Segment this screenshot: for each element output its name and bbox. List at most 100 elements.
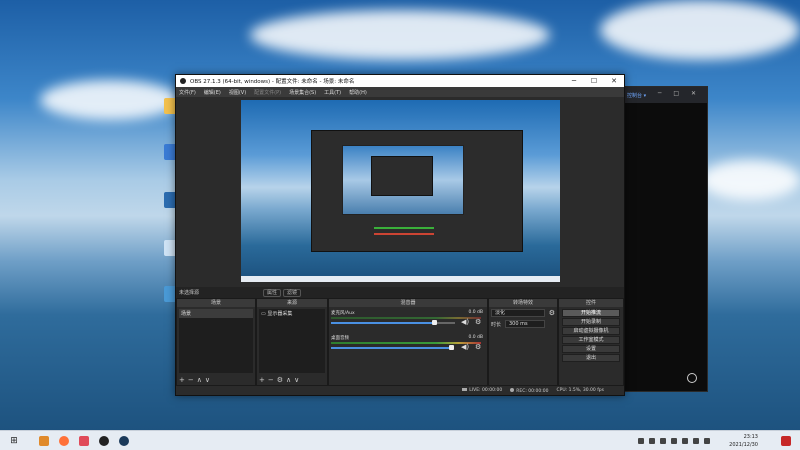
live-status: LIVE: 00:00:00 [462,388,502,393]
cloud [40,80,180,120]
clock-time: 23:13 [743,434,758,440]
menu-bar: 文件(F) 编辑(E) 视图(V) 配置文件(P) 场景集合(S) 工具(T) … [176,87,624,97]
preview-meter [374,233,434,235]
menu-help[interactable]: 帮助(H) [349,89,367,96]
obs-icon [99,435,109,446]
status-bar: LIVE: 00:00:00 REC: 00:00:00 CPU: 1.5%, … [176,386,624,395]
source-toolbar: 未选择源 属性 滤镜 [176,287,624,298]
network-icon[interactable] [682,438,688,444]
rec-time: REC: 00:00:00 [516,388,549,394]
preview-canvas[interactable] [241,100,560,282]
sources-dock-footer: +−⚙∧∨ [259,376,302,384]
app-icon [39,435,49,446]
studio-mode-button[interactable]: 工作室模式 [562,336,620,344]
level-meter [331,342,481,344]
live-time: LIVE: 00:00:00 [469,388,503,393]
minimize-button[interactable]: ─ [564,75,584,87]
gear-icon[interactable]: ⚙ [549,309,555,317]
menu-profile[interactable]: 配置文件(P) [254,89,281,96]
gear-icon[interactable]: ⚙ [475,318,481,326]
tray-chevron-icon[interactable] [638,438,644,444]
up-icon[interactable]: ∧ [197,376,205,384]
properties-button[interactable]: 属性 [263,288,282,297]
maximize-button[interactable]: ☐ [584,75,604,87]
taskbar-app-button[interactable] [74,431,94,450]
system-tray [638,431,710,450]
add-icon[interactable]: + [179,376,188,384]
volume-slider[interactable] [331,322,435,324]
channel-name: 桌面音频 [331,336,349,341]
start-button[interactable]: ⊞ [4,431,24,450]
start-recording-button[interactable]: 开始录制 [562,318,620,326]
menu-file[interactable]: 文件(F) [179,89,196,96]
scenes-dock-footer: +−∧∨ [179,376,213,384]
gear-icon[interactable]: ⚙ [475,343,481,351]
up-icon[interactable]: ∧ [286,376,294,384]
cloud [600,0,800,60]
cloud [250,10,550,60]
menu-tools[interactable]: 工具(T) [324,89,341,96]
taskbar-app-button[interactable] [114,431,134,450]
rec-icon [510,387,515,392]
remove-icon[interactable]: − [268,376,277,384]
speaker-icon[interactable]: ◀) [461,343,469,351]
duration-label: 时长 [491,322,502,328]
preview-nested-window [371,156,433,196]
circle-button-icon[interactable] [687,373,697,383]
down-icon[interactable]: ∨ [294,376,302,384]
mixer-dock: 混音器 麦克风/Aux 0.0 dB ◀) ⚙ 桌面音频 0.0 dB ◀) ⚙ [328,298,488,386]
menu-edit[interactable]: 编辑(E) [204,89,221,96]
volume-knob[interactable] [432,320,437,325]
obs-logo-icon [180,78,186,84]
ime-icon[interactable] [704,438,710,444]
speaker-icon[interactable]: ◀) [461,318,469,326]
duration-input[interactable]: 300 ms [505,320,545,328]
menu-view[interactable]: 视图(V) [229,89,246,96]
transitions-dock-title: 转场特效 [489,299,557,307]
background-window-controls[interactable]: ─ □ ✕ [658,90,701,97]
battery-icon[interactable] [671,438,677,444]
live-icon [462,388,468,391]
cpu-fps-status: CPU: 1.5%, 30.00 fps [556,388,605,393]
scene-item[interactable]: 场景 [179,309,253,318]
preview-area [176,97,624,287]
scenes-list: 场景 [179,309,253,373]
volume-icon[interactable] [693,438,699,444]
taskbar-app-button[interactable] [54,431,74,450]
filters-button[interactable]: 滤镜 [283,288,302,297]
mixer-channel: 桌面音频 0.0 dB ◀) ⚙ [331,335,485,355]
clock-date: 2021/12/30 [729,442,758,448]
taskbar-clock[interactable]: 23:13 2021/12/30 [729,433,758,449]
add-icon[interactable]: + [259,376,268,384]
gear-icon[interactable]: ⚙ [277,376,286,384]
notification-button[interactable] [776,431,796,450]
exit-button[interactable]: 退出 [562,354,620,362]
start-streaming-button[interactable]: 开始推流 [562,309,620,317]
taskbar-app-button[interactable] [94,431,114,450]
preview-nested-desktop [342,145,464,215]
sources-dock-title: 来源 [257,299,327,307]
menu-scene-collection[interactable]: 场景集合(S) [289,89,316,96]
controls-dock: 控件 开始推流 开始录制 启动虚拟摄像机 工作室模式 设置 退出 [558,298,624,386]
no-source-label: 未选择源 [179,290,200,296]
volume-slider[interactable] [331,347,449,349]
down-icon[interactable]: ∨ [205,376,213,384]
background-window-tab[interactable]: 控制台 ▾ [627,92,646,99]
volume-knob[interactable] [449,345,454,350]
remove-icon[interactable]: − [188,376,197,384]
background-window[interactable]: 控制台 ▾ ─ □ ✕ [620,86,708,392]
taskbar-app-button[interactable] [34,431,54,450]
transition-select[interactable]: 淡化 [491,309,545,317]
rec-status: REC: 00:00:00 [510,387,549,394]
tray-app-icon[interactable] [649,438,655,444]
source-item[interactable]: ▭ 显示器采集 [259,309,325,318]
settings-button[interactable]: 设置 [562,345,620,353]
background-window-titlebar[interactable]: 控制台 ▾ ─ □ ✕ [621,87,707,103]
channel-name: 麦克风/Aux [331,311,355,316]
close-button[interactable]: ✕ [604,75,624,87]
microphone-icon[interactable] [660,438,666,444]
source-item-label: 显示器采集 [267,311,293,317]
obs-titlebar[interactable]: OBS 27.1.3 (64-bit, windows) - 配置文件: 未命名… [176,75,624,87]
start-virtual-camera-button[interactable]: 启动虚拟摄像机 [562,327,620,335]
obs-window[interactable]: OBS 27.1.3 (64-bit, windows) - 配置文件: 未命名… [175,74,625,396]
